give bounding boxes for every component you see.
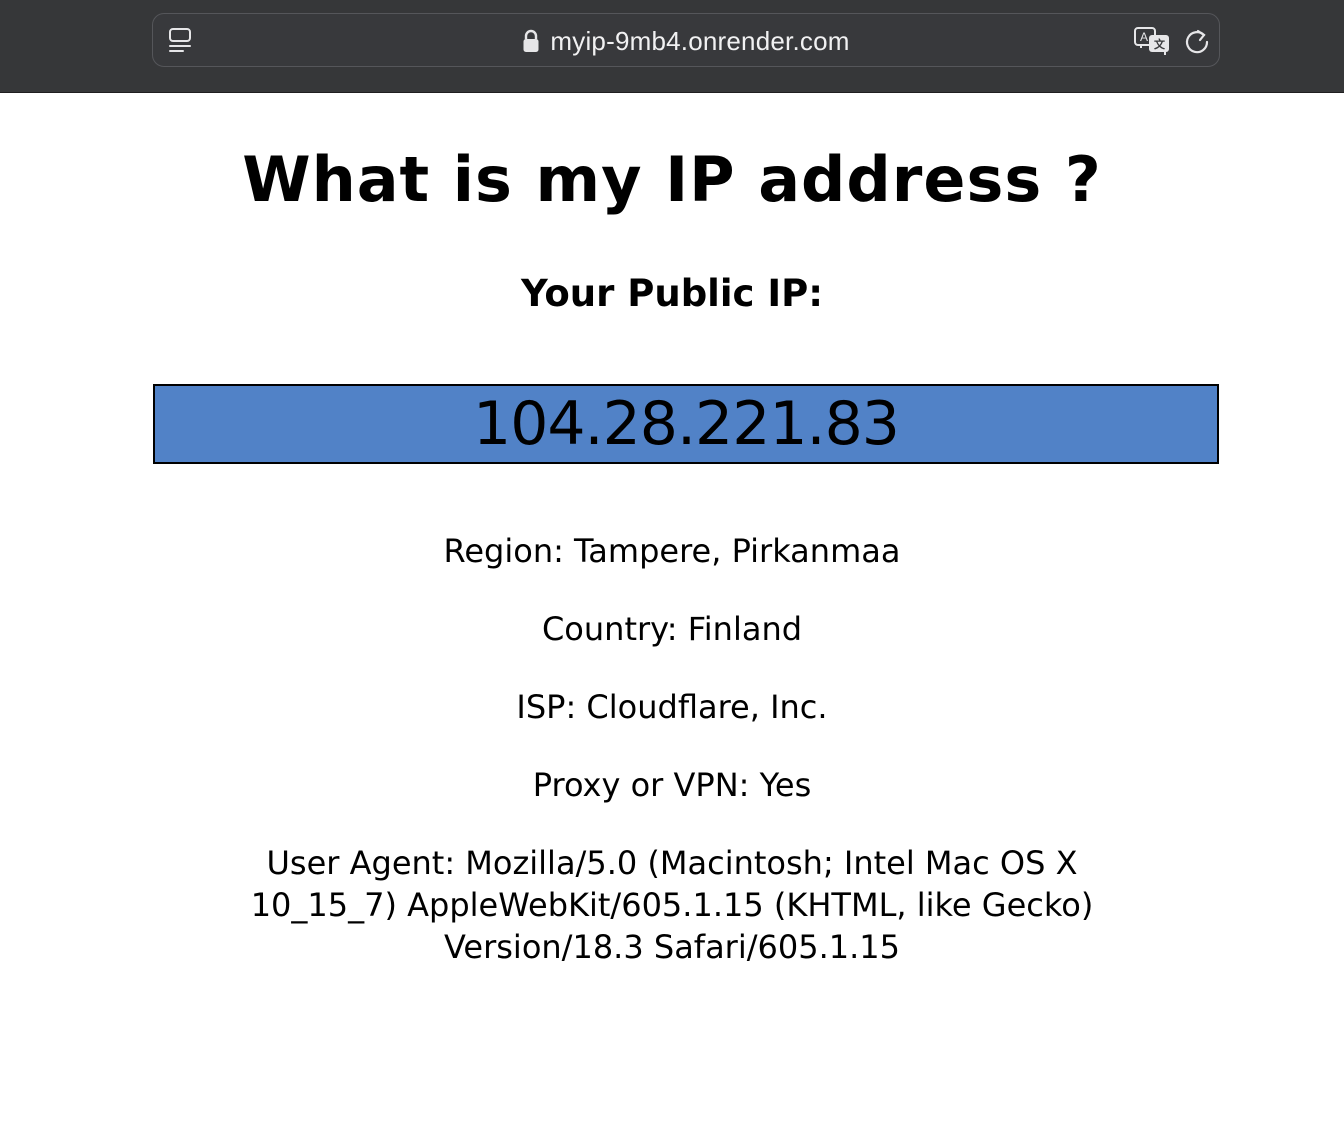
ip-box: 104.28.221.83: [153, 384, 1219, 464]
lock-icon: [522, 29, 540, 53]
page-content: What is my IP address ? Your Public IP: …: [0, 94, 1344, 1128]
page-title: What is my IP address ?: [242, 143, 1102, 216]
proxy-vpn-info: Proxy or VPN: Yes: [532, 766, 812, 804]
svg-text:A: A: [1140, 30, 1148, 44]
translate-icon[interactable]: A 文: [1133, 26, 1173, 56]
user-agent-info: User Agent: Mozilla/5.0 (Macintosh; Inte…: [250, 844, 1094, 966]
country-info: Country: Finland: [541, 610, 803, 648]
public-ip-label: Your Public IP:: [520, 272, 824, 315]
url-text[interactable]: myip-9mb4.onrender.com: [550, 26, 849, 57]
isp-info: ISP: Cloudflare, Inc.: [516, 688, 828, 726]
svg-text:文: 文: [1154, 37, 1166, 51]
browser-toolbar: myip-9mb4.onrender.com A 文: [0, 0, 1344, 93]
reload-icon[interactable]: [1183, 27, 1211, 55]
region-info: Region: Tampere, Pirkanmaa: [443, 532, 901, 570]
address-bar[interactable]: myip-9mb4.onrender.com A 文: [152, 13, 1220, 67]
sidebar-toggle-icon[interactable]: [167, 27, 193, 55]
ip-address-value: 104.28.221.83: [473, 389, 900, 459]
